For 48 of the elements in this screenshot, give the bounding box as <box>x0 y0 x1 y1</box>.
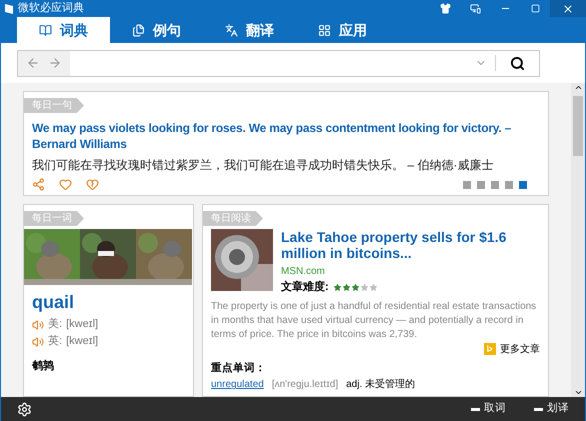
key-word-phonetic: [ʌn'regju.leɪtɪd] <box>272 379 338 392</box>
chinese-sentence: 我们可能在寻找玫瑰时错过紫罗兰，我们可能在追寻成功时错失快乐。 – 伯纳德·威廉士 <box>32 157 494 174</box>
pronunciation-label: 美: <box>48 316 62 332</box>
toggle-button[interactable]: 划译 <box>534 401 569 417</box>
tab[interactable]: 词典 <box>17 17 110 43</box>
search-icon[interactable] <box>510 56 525 70</box>
article-title[interactable]: Lake Tahoe property sells for $1.6 million in bitcoins... <box>281 229 540 261</box>
scrollbar-thumb[interactable] <box>573 96 583 156</box>
maximize-icon <box>530 4 540 13</box>
key-word-meaning: adj. 未受管理的 <box>346 379 416 392</box>
key-words-label: 重点单词： <box>211 360 267 376</box>
article-summary: The property is one of just a handful of residential real estate transactions in months that have used virtual currency — and potentially a record in terms of price. The price in bitcoins was 2,739. <box>211 300 538 342</box>
forward-icon[interactable] <box>48 56 62 70</box>
scrollbar-track[interactable] <box>571 83 585 397</box>
key-word-link[interactable]: unregulated <box>211 379 264 392</box>
apps-tab-icon <box>318 24 331 36</box>
speaker-icon[interactable] <box>32 318 44 330</box>
devices-icon <box>470 3 480 14</box>
pronunciation-label: 英: <box>48 334 62 349</box>
like-icon[interactable] <box>59 178 72 191</box>
share-icon[interactable] <box>32 178 45 191</box>
tab[interactable]: 翻译 <box>203 17 296 43</box>
close-button[interactable] <box>550 0 586 17</box>
toggle-button[interactable]: 取词 <box>471 401 506 417</box>
phonetic: [kweɪl] <box>66 317 98 332</box>
phonetic: [kweɪl] <box>66 334 98 349</box>
translate-tab-icon <box>225 24 238 36</box>
app-logo-icon <box>4 2 14 14</box>
examples-tab-icon <box>132 24 145 36</box>
bing-icon <box>484 343 496 355</box>
word-title: quail <box>32 291 76 314</box>
tab[interactable]: 应用 <box>296 17 389 43</box>
dislike-icon[interactable] <box>86 178 99 191</box>
difficulty-label: 文章难度: <box>281 280 329 295</box>
speaker-icon[interactable] <box>32 336 44 348</box>
close-icon <box>562 2 574 14</box>
scroll-down-icon[interactable] <box>574 388 582 397</box>
settings-icon[interactable] <box>17 402 32 416</box>
back-icon[interactable] <box>26 56 40 70</box>
tab[interactable]: 例句 <box>110 17 203 43</box>
english-sentence: We may pass violets looking for roses. We may pass contentment looking for victory. – Bernard Williams <box>32 120 512 152</box>
article-source: MSN.com <box>281 265 326 279</box>
shirt-icon <box>440 3 450 14</box>
more-articles-link[interactable]: 更多文章 <box>500 342 540 356</box>
word-meaning: 鹌鹑 <box>32 358 55 374</box>
dict-tab-icon <box>39 24 52 36</box>
window-title: 微软必应词典 <box>18 0 84 16</box>
scroll-up-icon[interactable] <box>574 83 582 92</box>
